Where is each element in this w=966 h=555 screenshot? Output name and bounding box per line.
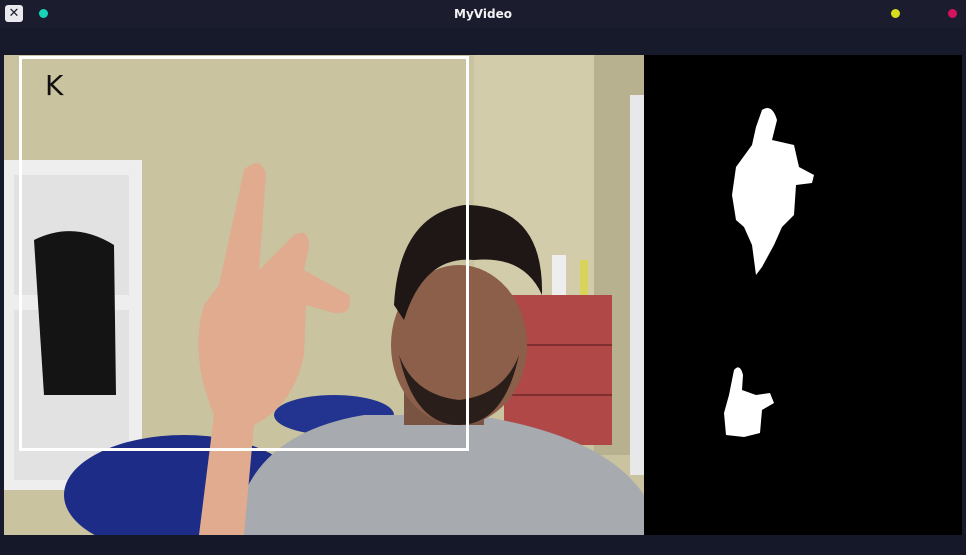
threshold-mask bbox=[644, 55, 962, 535]
window-title: MyVideo bbox=[454, 7, 512, 21]
toolbar-strip bbox=[0, 28, 966, 55]
minimize-button[interactable] bbox=[891, 9, 900, 18]
predicted-letter: K bbox=[45, 69, 64, 102]
status-strip bbox=[0, 535, 966, 555]
window-frame bbox=[630, 95, 644, 475]
title-bar: ✕ MyVideo bbox=[0, 0, 966, 28]
roi-bounding-box bbox=[19, 56, 469, 451]
hand-mask-pane bbox=[644, 55, 962, 535]
webcam-video-frame: K bbox=[4, 55, 644, 535]
close-button[interactable] bbox=[948, 9, 957, 18]
